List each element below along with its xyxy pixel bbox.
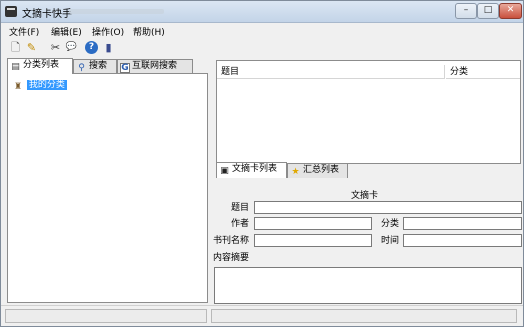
tab-internet-search-label: 互联网搜索: [132, 61, 178, 71]
google-icon: G: [120, 63, 130, 73]
menu-help[interactable]: 帮助(H): [133, 25, 165, 38]
title-label: 题目: [231, 203, 250, 213]
time-label: 时间: [381, 236, 400, 246]
menu-operation[interactable]: 操作(O): [92, 25, 124, 38]
column-header-category[interactable]: 分类: [446, 65, 520, 79]
author-field[interactable]: [254, 217, 372, 230]
status-bar: [1, 305, 523, 326]
category-label: 分类: [381, 219, 400, 229]
cut-icon[interactable]: ✂: [49, 41, 62, 54]
book-name-label: 书刊名称: [213, 236, 250, 246]
summary-label: 内容摘要: [213, 253, 250, 263]
maximize-button[interactable]: □: [477, 3, 499, 19]
toolbar: 🗋 ✎ ✂ 💬 ? ▮: [1, 39, 523, 57]
tab-summary-list-label: 汇总列表: [303, 165, 340, 175]
book-icon[interactable]: ▮: [102, 41, 115, 54]
tab-category-list-label: 分类列表: [23, 60, 60, 70]
star-icon: ★: [291, 167, 300, 177]
right-tabs: ▣ 文摘卡列表 ★ 汇总列表: [216, 162, 521, 179]
title-field[interactable]: [254, 201, 522, 214]
category-icon: ▤: [11, 62, 20, 72]
tab-card-list-label: 文摘卡列表: [232, 164, 278, 174]
left-panel: ▤ 分类列表 ⚲ 搜索 G 互联网搜索 ♜ 我的分类: [7, 58, 208, 303]
new-document-icon[interactable]: 🗋: [9, 41, 22, 54]
minimize-button[interactable]: –: [455, 3, 477, 19]
title-bar-blurred-text: [69, 9, 164, 14]
window-title: 文摘卡快手: [22, 9, 72, 20]
menu-file[interactable]: 文件(F): [9, 25, 39, 38]
status-pane-left: [5, 309, 207, 323]
close-button[interactable]: ✕: [499, 3, 522, 19]
column-header-title[interactable]: 题目: [217, 65, 445, 79]
title-bar[interactable]: 文摘卡快手 – □ ✕: [1, 1, 523, 23]
form-heading: 文摘卡: [351, 191, 379, 201]
summary-textarea[interactable]: [214, 267, 522, 304]
category-tree[interactable]: ♜ 我的分类: [7, 73, 208, 303]
tab-summary-list[interactable]: ★ 汇总列表: [287, 163, 348, 178]
user-folder-icon: ♜: [14, 82, 23, 92]
card-list-icon: ▣: [220, 166, 229, 176]
app-window: 文摘卡快手 – □ ✕ 文件(F) 编辑(E) 操作(O) 帮助(H) 🗋 ✎ …: [0, 0, 524, 327]
tab-category-list[interactable]: ▤ 分类列表: [7, 58, 73, 74]
author-label: 作者: [231, 219, 250, 229]
tree-node-label: 我的分类: [26, 80, 67, 90]
menu-bar: 文件(F) 编辑(E) 操作(O) 帮助(H): [1, 23, 523, 38]
time-field[interactable]: [403, 234, 522, 247]
help-icon[interactable]: ?: [85, 41, 98, 54]
tab-search-label: 搜索: [89, 61, 108, 71]
category-field[interactable]: [403, 217, 522, 230]
book-name-field[interactable]: [254, 234, 372, 247]
menu-edit[interactable]: 编辑(E): [51, 25, 82, 38]
status-pane-right: [211, 309, 517, 323]
tab-internet-search[interactable]: G 互联网搜索: [117, 59, 193, 74]
tree-node-my-categories[interactable]: ♜ 我的分类: [14, 77, 67, 92]
tab-card-list[interactable]: ▣ 文摘卡列表: [216, 162, 287, 178]
comment-icon[interactable]: 💬: [65, 41, 78, 54]
tab-search[interactable]: ⚲ 搜索: [73, 59, 117, 74]
card-table[interactable]: 题目 分类: [216, 60, 521, 164]
edit-icon[interactable]: ✎: [25, 41, 38, 54]
app-icon: [5, 6, 17, 17]
